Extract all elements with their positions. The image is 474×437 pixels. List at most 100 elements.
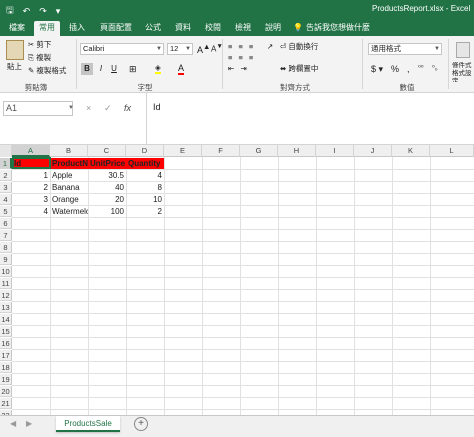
- tab-file[interactable]: 檔案: [4, 21, 30, 36]
- undo-icon[interactable]: ↶: [23, 6, 31, 17]
- table-cell[interactable]: Orange: [50, 194, 88, 205]
- increase-decimal-icon[interactable]: ⁰⁰: [418, 64, 424, 74]
- row-header[interactable]: 21: [0, 398, 12, 409]
- column-header[interactable]: I: [316, 145, 354, 157]
- conditional-format-button[interactable]: 條件式格式設定: [452, 62, 474, 82]
- header-cell-quantity[interactable]: Quantity: [126, 158, 164, 169]
- table-cell[interactable]: 3: [12, 194, 50, 205]
- wrap-text-button[interactable]: ⏎ 自動換行: [280, 42, 318, 52]
- cancel-icon[interactable]: ×: [86, 103, 91, 113]
- increase-font-icon[interactable]: A▲: [197, 42, 210, 55]
- font-color-icon[interactable]: A: [178, 63, 185, 75]
- table-cell[interactable]: 2: [126, 206, 164, 217]
- cut-button[interactable]: ✂ 剪下: [28, 40, 51, 50]
- table-cell[interactable]: 8: [126, 182, 164, 193]
- header-cell-productname[interactable]: ProductName: [50, 158, 88, 169]
- row-header[interactable]: 14: [0, 314, 12, 325]
- column-header[interactable]: E: [164, 145, 202, 157]
- row-header[interactable]: 17: [0, 350, 12, 361]
- add-sheet-button[interactable]: +: [134, 417, 148, 431]
- row-header[interactable]: 2: [0, 170, 12, 181]
- row-header[interactable]: 4: [0, 194, 12, 205]
- tab-help[interactable]: 說明: [260, 21, 286, 36]
- row-header[interactable]: 19: [0, 374, 12, 385]
- header-cell-unitprice[interactable]: UnitPrice: [88, 158, 126, 169]
- tab-data[interactable]: 資料: [170, 21, 196, 36]
- table-cell[interactable]: 4: [126, 170, 164, 181]
- paste-icon[interactable]: [6, 40, 24, 60]
- tell-me-box[interactable]: 告訴我您想做什麼: [306, 21, 376, 36]
- redo-icon[interactable]: ↷: [39, 6, 47, 17]
- customize-qat-icon[interactable]: ▾: [56, 6, 61, 17]
- table-cell[interactable]: 40: [88, 182, 126, 193]
- row-header[interactable]: 5: [0, 206, 12, 217]
- comma-icon[interactable]: ,: [407, 64, 410, 74]
- orientation-icon[interactable]: ↗: [267, 42, 273, 52]
- table-cell[interactable]: 30.5: [88, 170, 126, 181]
- format-painter-button[interactable]: ✎ 複製格式: [28, 66, 66, 76]
- row-header[interactable]: 12: [0, 290, 12, 301]
- column-header[interactable]: L: [430, 145, 474, 157]
- underline-icon[interactable]: U: [108, 63, 120, 75]
- bold-icon[interactable]: B: [81, 63, 93, 75]
- table-cell[interactable]: Apple: [50, 170, 88, 181]
- insert-function-icon[interactable]: fx: [124, 103, 131, 113]
- indent-icons[interactable]: ⇤ ⇥: [228, 64, 249, 74]
- tab-formulas[interactable]: 公式: [140, 21, 166, 36]
- row-header[interactable]: 15: [0, 326, 12, 337]
- worksheet-grid[interactable]: A B C D E F G H I J K L 1 2 3 4 5 6 7 8 9 10 11 12 1…: [0, 145, 474, 415]
- tab-page-layout[interactable]: 頁面配置: [96, 21, 136, 36]
- font-size-select[interactable]: 12 ▼: [167, 43, 193, 55]
- row-header[interactable]: 6: [0, 218, 12, 229]
- row-header[interactable]: 3: [0, 182, 12, 193]
- row-header[interactable]: 16: [0, 338, 12, 349]
- row-header[interactable]: 1: [0, 158, 12, 169]
- currency-icon[interactable]: $ ▾: [371, 64, 383, 74]
- row-header[interactable]: 8: [0, 242, 12, 253]
- scroll-right-icon[interactable]: ▶: [26, 419, 32, 428]
- borders-icon[interactable]: ⊞: [129, 64, 137, 74]
- paste-button[interactable]: 貼上: [7, 62, 22, 72]
- row-header[interactable]: 20: [0, 386, 12, 397]
- table-cell[interactable]: 1: [12, 170, 50, 181]
- tab-insert[interactable]: 插入: [64, 21, 90, 36]
- row-header[interactable]: 9: [0, 254, 12, 265]
- top-align-icons[interactable]: ≡ ≡ ≡: [228, 42, 255, 52]
- column-header[interactable]: B: [50, 145, 88, 157]
- row-header[interactable]: 18: [0, 362, 12, 373]
- name-box[interactable]: A1: [3, 101, 73, 116]
- column-header[interactable]: H: [278, 145, 316, 157]
- column-header[interactable]: F: [202, 145, 240, 157]
- column-header[interactable]: J: [354, 145, 392, 157]
- column-header[interactable]: C: [88, 145, 126, 157]
- column-header[interactable]: G: [240, 145, 278, 157]
- select-all-button[interactable]: [0, 145, 12, 157]
- italic-icon[interactable]: I: [95, 63, 107, 75]
- table-cell[interactable]: 100: [88, 206, 126, 217]
- table-cell[interactable]: 4: [12, 206, 50, 217]
- row-header[interactable]: 13: [0, 302, 12, 313]
- tab-home[interactable]: 常用: [34, 21, 60, 36]
- tab-review[interactable]: 校閱: [200, 21, 226, 36]
- enter-icon[interactable]: ✓: [104, 103, 112, 114]
- column-header[interactable]: D: [126, 145, 164, 157]
- row-header[interactable]: 11: [0, 278, 12, 289]
- number-format-select[interactable]: 通用格式 ▼: [368, 43, 442, 55]
- table-cell[interactable]: Watermelon: [50, 206, 88, 217]
- column-header[interactable]: A: [12, 145, 50, 157]
- middle-align-icons[interactable]: ≡ ≡ ≡: [228, 53, 255, 63]
- sheet-tab-productssale[interactable]: ProductsSale: [56, 416, 120, 432]
- row-header[interactable]: 10: [0, 266, 12, 277]
- copy-button[interactable]: ⎘ 複製: [28, 53, 51, 63]
- column-header[interactable]: K: [392, 145, 430, 157]
- tab-view[interactable]: 檢視: [230, 21, 256, 36]
- table-cell[interactable]: Banana: [50, 182, 88, 193]
- decrease-decimal-icon[interactable]: ⁰₀: [432, 64, 438, 74]
- table-cell[interactable]: 20: [88, 194, 126, 205]
- conditional-format-icon[interactable]: [456, 42, 470, 58]
- row-header[interactable]: 7: [0, 230, 12, 241]
- fill-color-icon[interactable]: ◈: [155, 63, 161, 74]
- scroll-left-icon[interactable]: ◀: [10, 419, 16, 428]
- save-icon[interactable]: 🖫: [6, 3, 14, 19]
- formula-input[interactable]: Id: [146, 93, 474, 145]
